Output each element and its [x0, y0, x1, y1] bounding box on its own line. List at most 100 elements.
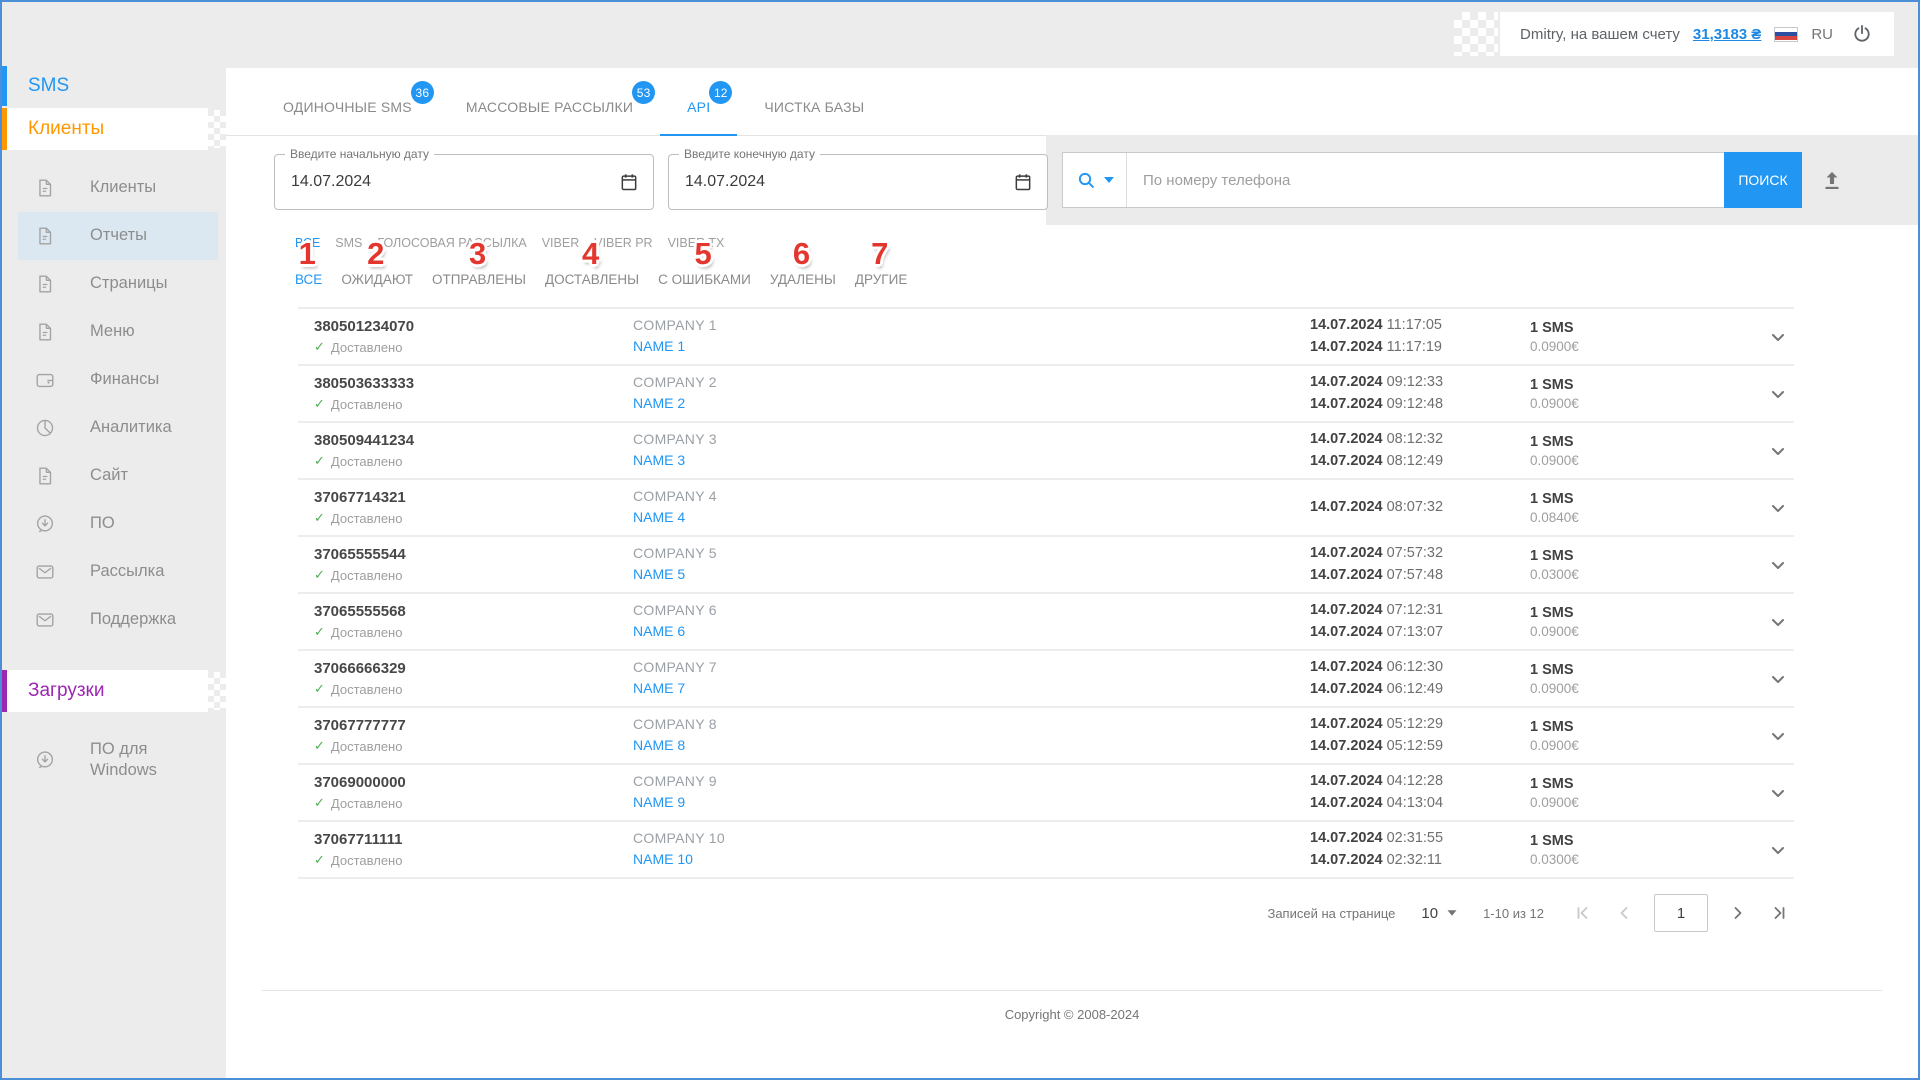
upload-icon[interactable]: [1819, 167, 1845, 193]
sent-datetime: 14.07.2024 09:12:33: [1310, 372, 1530, 394]
status-filter-chip[interactable]: 4 ДОСТАВЛЕНЫ: [545, 272, 639, 287]
calendar-icon[interactable]: [619, 172, 639, 192]
report-tab[interactable]: API 12: [660, 68, 737, 136]
report-tab[interactable]: ЧИСТКА БАЗЫ: [737, 68, 891, 135]
sent-datetime: 14.07.2024 04:12:28: [1310, 771, 1530, 793]
sidebar-menu-item[interactable]: Клиенты: [18, 164, 218, 212]
delivered-check-icon: ✓: [314, 453, 325, 469]
sender-name-link[interactable]: NAME 3: [633, 452, 685, 468]
expand-chevron-icon[interactable]: [1766, 838, 1790, 862]
table-row[interactable]: 37067777777 ✓ Доставлено COMPANY 8 NAME …: [298, 708, 1794, 765]
date-from-input[interactable]: [291, 173, 619, 191]
language-label[interactable]: RU: [1811, 26, 1833, 43]
table-row[interactable]: 380501234070 ✓ Доставлено COMPANY 1 NAME…: [298, 309, 1794, 366]
channel-filter-chip[interactable]: VIBER PR: [594, 236, 652, 250]
sidebar-item-label: Меню: [90, 321, 135, 342]
sent-datetime: 14.07.2024 11:17:05: [1310, 315, 1530, 337]
expand-chevron-icon[interactable]: [1766, 553, 1790, 577]
channel-filter-chip[interactable]: VIBER: [542, 236, 580, 250]
sender-name-link[interactable]: NAME 2: [633, 395, 685, 411]
search-type-dropdown[interactable]: [1063, 153, 1127, 207]
status-filter-chip[interactable]: 3 ОТПРАВЛЕНЫ: [432, 272, 526, 287]
page-size-select[interactable]: 10: [1421, 905, 1457, 922]
sidebar-section-sms[interactable]: SMS: [2, 66, 226, 106]
company-label: COMPANY 2: [633, 374, 1310, 390]
date-to-field[interactable]: Введите конечную дату: [668, 154, 1048, 210]
status-filter-chip[interactable]: 5 С ОШИБКАМИ: [658, 272, 751, 287]
status-filter-chip[interactable]: 2 ОЖИДАЮТ: [341, 272, 413, 287]
status-filter-chip[interactable]: 7 ДРУГИЕ: [855, 272, 907, 287]
search-zone: ПОИСК: [1046, 135, 1918, 225]
pagination: Записей на странице 10 1-10 из 12 1: [226, 894, 1792, 932]
date-from-field[interactable]: Введите начальную дату: [274, 154, 654, 210]
expand-chevron-icon[interactable]: [1766, 496, 1790, 520]
first-page-button[interactable]: [1570, 901, 1594, 925]
report-tab[interactable]: МАССОВЫЕ РАССЫЛКИ 53: [439, 68, 660, 135]
sender-name-link[interactable]: NAME 5: [633, 566, 685, 582]
sidebar-menu-item[interactable]: Поддержка: [18, 596, 218, 644]
sidebar-menu-item[interactable]: Сайт: [18, 452, 218, 500]
report-tab[interactable]: ОДИНОЧНЫЕ SMS 36: [256, 68, 439, 135]
sidebar-section-downloads[interactable]: Загрузки: [2, 670, 208, 712]
delivery-status: Доставлено: [331, 625, 403, 640]
delivered-check-icon: ✓: [314, 852, 325, 868]
sender-name-link[interactable]: NAME 4: [633, 509, 685, 525]
table-row[interactable]: 380503633333 ✓ Доставлено COMPANY 2 NAME…: [298, 366, 1794, 423]
sidebar-menu-item[interactable]: ПО: [18, 500, 218, 548]
channel-filter-chip[interactable]: ГОЛОСОВАЯ РАССЫЛКА: [377, 236, 526, 250]
table-row[interactable]: 37067711111 ✓ Доставлено COMPANY 10 NAME…: [298, 822, 1794, 879]
sidebar-section-clients[interactable]: Клиенты: [2, 108, 208, 150]
sidebar-menu-item[interactable]: Отчеты: [18, 212, 218, 260]
sms-price: 0.0300€: [1530, 852, 1762, 867]
sender-name-link[interactable]: NAME 8: [633, 737, 685, 753]
expand-chevron-icon[interactable]: [1766, 439, 1790, 463]
channel-filter-chip[interactable]: ВСЕ: [295, 236, 320, 250]
prev-page-button[interactable]: [1612, 901, 1636, 925]
balance-link[interactable]: 31,3183 ₴: [1693, 26, 1761, 43]
main-panel: ОДИНОЧНЫЕ SMS 36 МАССОВЫЕ РАССЫЛКИ 53 AP…: [226, 68, 1918, 1078]
sender-name-link[interactable]: NAME 1: [633, 338, 685, 354]
calendar-icon[interactable]: [1013, 172, 1033, 192]
status-filter-chip[interactable]: 6 УДАЛЕНЫ: [770, 272, 836, 287]
last-page-button[interactable]: [1768, 901, 1792, 925]
sender-name-link[interactable]: NAME 6: [633, 623, 685, 639]
tab-count-badge: 12: [709, 81, 732, 104]
company-label: COMPANY 8: [633, 716, 1310, 732]
table-row[interactable]: 37065555568 ✓ Доставлено COMPANY 6 NAME …: [298, 594, 1794, 651]
sidebar-menu-item[interactable]: Страницы: [18, 260, 218, 308]
expand-chevron-icon[interactable]: [1766, 724, 1790, 748]
sender-name-link[interactable]: NAME 9: [633, 794, 685, 810]
search-button[interactable]: ПОИСК: [1724, 152, 1802, 208]
expand-chevron-icon[interactable]: [1766, 610, 1790, 634]
channel-filter-chip[interactable]: VIBER TX: [668, 236, 725, 250]
table-row[interactable]: 37067714321 ✓ Доставлено COMPANY 4 NAME …: [298, 480, 1794, 537]
table-row[interactable]: 380509441234 ✓ Доставлено COMPANY 3 NAME…: [298, 423, 1794, 480]
sidebar-menu-item[interactable]: ПО для Windows: [18, 728, 218, 792]
expand-chevron-icon[interactable]: [1766, 382, 1790, 406]
delivered-datetime: 14.07.2024 11:17:19: [1310, 337, 1530, 359]
date-from-label: Введите начальную дату: [285, 147, 434, 161]
status-filter-chip[interactable]: 1 ВСЕ: [295, 272, 322, 287]
sender-name-link[interactable]: NAME 10: [633, 851, 693, 867]
expand-chevron-icon[interactable]: [1766, 667, 1790, 691]
sidebar-menu-item[interactable]: Меню: [18, 308, 218, 356]
search-input[interactable]: [1127, 153, 1724, 207]
sidebar-menu-item[interactable]: Рассылка: [18, 548, 218, 596]
table-row[interactable]: 37069000000 ✓ Доставлено COMPANY 9 NAME …: [298, 765, 1794, 822]
sidebar-menu-item[interactable]: Аналитика: [18, 404, 218, 452]
expand-chevron-icon[interactable]: [1766, 781, 1790, 805]
table-row[interactable]: 37065555544 ✓ Доставлено COMPANY 5 NAME …: [298, 537, 1794, 594]
delivery-status: Доставлено: [331, 397, 403, 412]
sidebar-menu-item[interactable]: Финансы: [18, 356, 218, 404]
expand-chevron-icon[interactable]: [1766, 325, 1790, 349]
sender-name-link[interactable]: NAME 7: [633, 680, 685, 696]
current-page-box[interactable]: 1: [1654, 894, 1708, 932]
logout-power-icon[interactable]: [1850, 22, 1874, 46]
search-box: ПОИСК: [1062, 152, 1802, 208]
channel-filter-chip[interactable]: SMS: [335, 236, 362, 250]
phone-number: 37067714321: [314, 489, 633, 506]
table-row[interactable]: 37066666329 ✓ Доставлено COMPANY 7 NAME …: [298, 651, 1794, 708]
next-page-button[interactable]: [1726, 901, 1750, 925]
copyright: Copyright © 2008-2024: [226, 1007, 1918, 1022]
date-to-input[interactable]: [685, 173, 1013, 191]
